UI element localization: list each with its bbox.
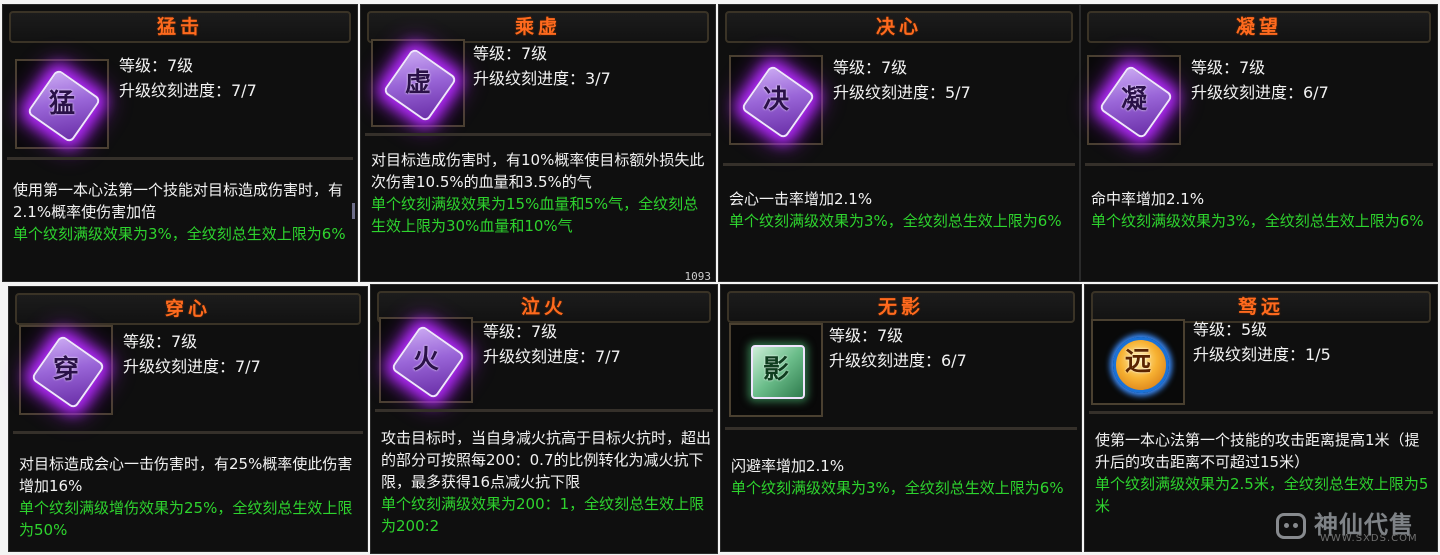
level-text: 等级：7级 (833, 58, 908, 77)
effect-text: 对目标造成会心一击伤害时，有25%概率使此伤害增加16% (19, 455, 353, 495)
skill-icon-frame[interactable]: 猛 (15, 59, 109, 149)
stats-block: 等级：7级 升级纹刻进度：3/7 (473, 41, 611, 91)
progress-text: 升级纹刻进度：5/7 (833, 83, 971, 102)
scrollbar-thumb[interactable] (352, 203, 355, 219)
skill-icon-frame[interactable]: 远 (1091, 319, 1185, 405)
skill-icon-frame[interactable]: 穿 (19, 325, 113, 415)
effect-text: 使用第一本心法第一个技能对目标造成伤害时，有2.1%概率使伤害加倍 (13, 181, 344, 221)
skill-glyph: 远 (1124, 347, 1151, 377)
skill-glyph: 凝 (1120, 85, 1147, 115)
progress-text: 升级纹刻进度：6/7 (1191, 83, 1329, 102)
description: 攻击目标时，当自身减火抗高于目标火抗时，超出的部分可按照每200：0.7的比例转… (381, 427, 711, 537)
progress-text: 升级纹刻进度：7/7 (119, 81, 257, 100)
description: 使用第一本心法第一个技能对目标造成伤害时，有2.1%概率使伤害加倍 单个纹刻满级… (13, 179, 351, 245)
skill-icon-frame[interactable]: 虚 (371, 39, 465, 127)
effect-text: 闪避率增加2.1% (731, 457, 845, 475)
stats-block: 等级：7级 升级纹刻进度：6/7 (1191, 55, 1329, 105)
card-title: 凝望 (1087, 11, 1431, 43)
skill-icon-frame[interactable]: 影 (729, 323, 823, 417)
level-text: 等级：7级 (1191, 58, 1266, 77)
watermark: 神仙代售 WWW.SXDS.COM (1270, 505, 1430, 547)
stats-block: 等级：7级 升级纹刻进度：6/7 (829, 323, 967, 373)
skill-card-juexin: 决心 决 等级：7级 升级纹刻进度：5/7 会心一击率增加2.1% 单个纹刻满级… (718, 4, 1080, 282)
skill-card-chuanxin: 穿心 穿 等级：7级 升级纹刻进度：7/7 对目标造成会心一击伤害时，有25%概… (8, 286, 368, 552)
cap-text: 单个纹刻满级效果为200：1，全纹刻总生效上限为200:2 (381, 495, 705, 535)
effect-text: 会心一击率增加2.1% (729, 190, 873, 208)
card-title: 穿心 (15, 293, 361, 325)
card-title: 无影 (727, 291, 1075, 323)
level-text: 等级：7级 (829, 326, 904, 345)
level-text: 等级：5级 (1193, 320, 1268, 339)
divider (13, 431, 363, 434)
skill-icon-frame[interactable]: 火 (379, 317, 473, 403)
card-title: 决心 (725, 11, 1073, 43)
cap-text: 单个纹刻满级效果为15%血量和5%气，全纹刻总生效上限为30%血量和10%气 (371, 195, 699, 235)
level-text: 等级：7级 (123, 332, 198, 351)
description: 会心一击率增加2.1% 单个纹刻满级效果为3%，全纹刻总生效上限为6% (729, 188, 1073, 232)
skill-glyph: 虚 (404, 68, 431, 98)
skill-glyph: 穿 (52, 355, 79, 385)
progress-text: 升级纹刻进度：3/7 (473, 69, 611, 88)
divider (7, 157, 353, 160)
stats-block: 等级：7级 升级纹刻进度：7/7 (123, 329, 261, 379)
skill-card-ningwang: 凝望 凝 等级：7级 升级纹刻进度：6/7 命中率增加2.1% 单个纹刻满级效果… (1080, 4, 1438, 282)
progress-text: 升级纹刻进度：1/5 (1193, 345, 1331, 364)
skill-card-mengji: 猛击 猛 等级：7级 升级纹刻进度：7/7 使用第一本心法第一个技能对目标造成伤… (2, 4, 358, 282)
effect-text: 对目标造成伤害时，有10%概率使目标额外损失此次伤害10.5%的血量和3.5%的… (371, 151, 705, 191)
divider (1085, 163, 1433, 166)
description: 对目标造成会心一击伤害时，有25%概率使此伤害增加16% 单个纹刻满级增伤效果为… (19, 453, 361, 541)
effect-text: 攻击目标时，当自身减火抗高于目标火抗时，超出的部分可按照每200：0.7的比例转… (381, 429, 712, 491)
cap-text: 单个纹刻满级效果为3%，全纹刻总生效上限为6% (1091, 212, 1424, 230)
stats-block: 等级：7级 升级纹刻进度：7/7 (483, 319, 621, 369)
stats-block: 等级：5级 升级纹刻进度：1/5 (1193, 317, 1331, 367)
skill-card-chengxu: 乘虚 虚 等级：7级 升级纹刻进度：3/7 对目标造成伤害时，有10%概率使目标… (360, 4, 716, 283)
cap-text: 单个纹刻满级效果为3%，全纹刻总生效上限为6% (731, 479, 1064, 497)
level-text: 等级：7级 (483, 322, 558, 341)
level-text: 等级：7级 (473, 44, 548, 63)
cap-text: 单个纹刻满级增伤效果为25%，全纹刻总生效上限为50% (19, 499, 353, 539)
description: 闪避率增加2.1% 单个纹刻满级效果为3%，全纹刻总生效上限为6% (731, 455, 1075, 499)
skill-icon-frame[interactable]: 凝 (1087, 55, 1181, 145)
stray-number: 1093 (684, 270, 712, 283)
skill-glyph: 火 (412, 345, 439, 375)
divider (365, 133, 711, 136)
skill-icon-frame[interactable]: 决 (729, 55, 823, 145)
card-title: 猛击 (9, 11, 351, 43)
skill-glyph: 影 (762, 355, 789, 385)
description: 对目标造成伤害时，有10%概率使目标额外损失此次伤害10.5%的血量和3.5%的… (371, 149, 709, 237)
skill-glyph: 猛 (48, 89, 75, 119)
level-text: 等级：7级 (119, 56, 194, 75)
effect-text: 命中率增加2.1% (1091, 190, 1205, 208)
cap-text: 单个纹刻满级效果为3%，全纹刻总生效上限为6% (13, 225, 346, 243)
cap-text: 单个纹刻满级效果为3%，全纹刻总生效上限为6% (729, 212, 1062, 230)
divider (723, 163, 1075, 166)
progress-text: 升级纹刻进度：7/7 (123, 357, 261, 376)
stats-block: 等级：7级 升级纹刻进度：5/7 (833, 55, 971, 105)
divider (725, 427, 1077, 430)
divider (1089, 411, 1433, 414)
divider (375, 409, 713, 412)
effect-text: 使第一本心法第一个技能的攻击距离提高1米（提升后的攻击距离不可超过15米） (1095, 431, 1420, 471)
watermark-url: WWW.SXDS.COM (1320, 533, 1418, 544)
description: 命中率增加2.1% 单个纹刻满级效果为3%，全纹刻总生效上限为6% (1091, 188, 1431, 232)
skill-card-wuying: 无影 影 等级：7级 升级纹刻进度：6/7 闪避率增加2.1% 单个纹刻满级效果… (720, 284, 1082, 552)
skill-glyph: 决 (762, 85, 789, 115)
progress-text: 升级纹刻进度：7/7 (483, 347, 621, 366)
skill-card-qihuo: 泣火 火 等级：7级 升级纹刻进度：7/7 攻击目标时，当自身减火抗高于目标火抗… (370, 284, 718, 554)
stats-block: 等级：7级 升级纹刻进度：7/7 (119, 53, 257, 103)
description: 使第一本心法第一个技能的攻击距离提高1米（提升后的攻击距离不可超过15米） 单个… (1095, 429, 1431, 517)
progress-text: 升级纹刻进度：6/7 (829, 351, 967, 370)
watermark-logo-icon (1276, 513, 1306, 539)
